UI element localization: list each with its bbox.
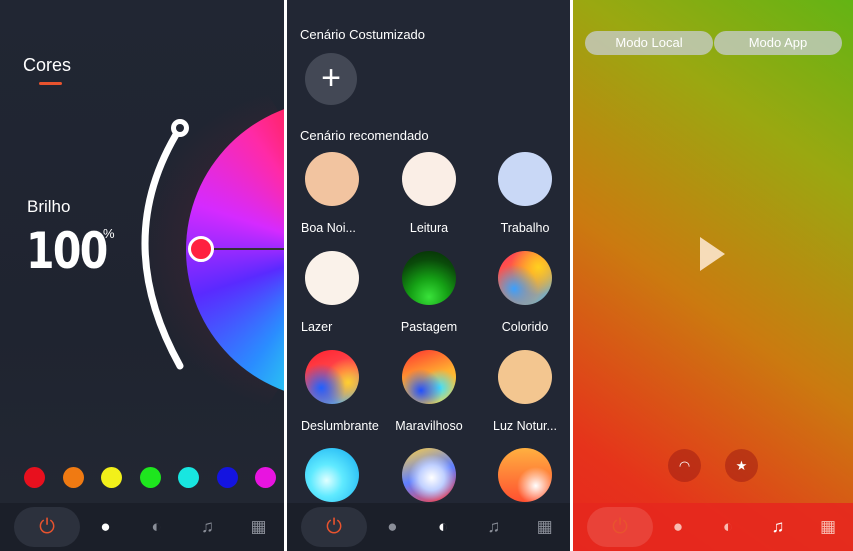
swatch-yellow[interactable] — [101, 467, 122, 488]
scene-label: Lazer — [301, 320, 333, 334]
palette-icon[interactable]: ◐ — [418, 517, 469, 537]
scene-item[interactable]: Trabalho — [480, 152, 570, 235]
scene-item[interactable] — [480, 448, 570, 502]
sensitivity-icon[interactable]: ◠ — [668, 449, 701, 482]
scene-swatch — [402, 251, 456, 305]
scene-label: Boa Noi... — [301, 221, 356, 235]
music-icon[interactable]: ♫ — [469, 517, 520, 537]
brightness-value: 100 — [26, 222, 108, 280]
power-icon: ⏻ — [612, 515, 628, 538]
scene-item[interactable]: Deslumbrante — [287, 350, 379, 433]
brightness-label: Brilho — [27, 197, 71, 216]
power-button[interactable]: ⏻ — [301, 507, 367, 547]
scene-swatch — [305, 448, 359, 502]
scene-swatch — [305, 350, 359, 404]
music-screen: Modo Local Modo App ◠ ★ ⏻ ● ◐ ♫ ▦ — [573, 0, 853, 551]
scene-swatch — [402, 448, 456, 502]
scene-item[interactable]: Leitura — [384, 152, 474, 235]
bottom-nav: ⏻ ● ◐ ♫ ▦ — [287, 503, 570, 551]
custom-scenes-heading: Cenário Costumizado — [300, 27, 426, 42]
scene-label: Maravilhoso — [395, 419, 463, 433]
scene-label: Trabalho — [500, 221, 550, 235]
scene-swatch — [305, 251, 359, 305]
color-swatches — [24, 467, 276, 488]
music-icon[interactable]: ♫ — [753, 517, 803, 537]
power-icon: ⏻ — [39, 515, 55, 538]
colors-screen: Cores Brilho 100 % ⏻ ● ◐ ♫ ▦ — [0, 0, 284, 551]
scene-item[interactable]: Luz Notur... — [480, 350, 570, 433]
scene-item[interactable]: Pastagem — [384, 251, 474, 334]
music-icon[interactable]: ♫ — [182, 517, 233, 537]
swatch-magenta[interactable] — [255, 467, 276, 488]
scene-swatch — [402, 152, 456, 206]
bulb-icon[interactable]: ● — [653, 517, 703, 537]
bottom-nav: ⏻ ● ◐ ♫ ▦ — [0, 503, 284, 551]
power-icon: ⏻ — [326, 515, 342, 538]
recommended-scenes-heading: Cenário recomendado — [300, 128, 429, 143]
scenes-screen: Cenário Costumizado + Cenário recomendad… — [287, 0, 570, 551]
scene-swatch — [402, 350, 456, 404]
brightness-unit: % — [103, 226, 115, 241]
swatch-cyan[interactable] — [178, 467, 199, 488]
scene-label: Pastagem — [400, 320, 458, 334]
scene-swatch — [498, 350, 552, 404]
scene-swatch — [498, 448, 552, 502]
scene-label: Deslumbrante — [301, 419, 379, 433]
scene-item[interactable]: Maravilhoso — [384, 350, 474, 433]
swatch-red[interactable] — [24, 467, 45, 488]
add-scene-button[interactable]: + — [305, 53, 357, 105]
mode-local-button[interactable]: Modo Local — [585, 31, 713, 55]
scene-swatch — [305, 152, 359, 206]
scene-swatch — [498, 152, 552, 206]
play-icon[interactable] — [700, 237, 725, 271]
bottom-nav: ⏻ ● ◐ ♫ ▦ — [573, 503, 853, 551]
grid-icon[interactable]: ▦ — [519, 517, 570, 537]
swatch-blue[interactable] — [216, 467, 238, 488]
power-button[interactable]: ⏻ — [14, 507, 80, 547]
swatch-orange[interactable] — [62, 467, 84, 488]
scene-swatch — [498, 251, 552, 305]
mode-app-button[interactable]: Modo App — [714, 31, 842, 55]
scene-label: Leitura — [409, 221, 449, 235]
grid-icon[interactable]: ▦ — [803, 517, 853, 537]
bulb-icon[interactable]: ● — [367, 517, 418, 537]
scene-item[interactable] — [287, 448, 377, 502]
power-button[interactable]: ⏻ — [587, 507, 653, 547]
scene-item[interactable]: Lazer — [287, 251, 377, 334]
scene-item[interactable]: Colorido — [480, 251, 570, 334]
scene-item[interactable]: Boa Noi... — [287, 152, 377, 235]
scene-label: Colorido — [501, 320, 549, 334]
scene-item[interactable] — [384, 448, 474, 502]
scene-label: Luz Notur... — [493, 419, 557, 433]
star-icon[interactable]: ★ — [725, 449, 758, 482]
bulb-icon[interactable]: ● — [80, 517, 131, 537]
palette-icon[interactable]: ◐ — [131, 517, 182, 537]
palette-icon[interactable]: ◐ — [703, 517, 753, 537]
grid-icon[interactable]: ▦ — [233, 517, 284, 537]
swatch-green[interactable] — [139, 467, 161, 488]
